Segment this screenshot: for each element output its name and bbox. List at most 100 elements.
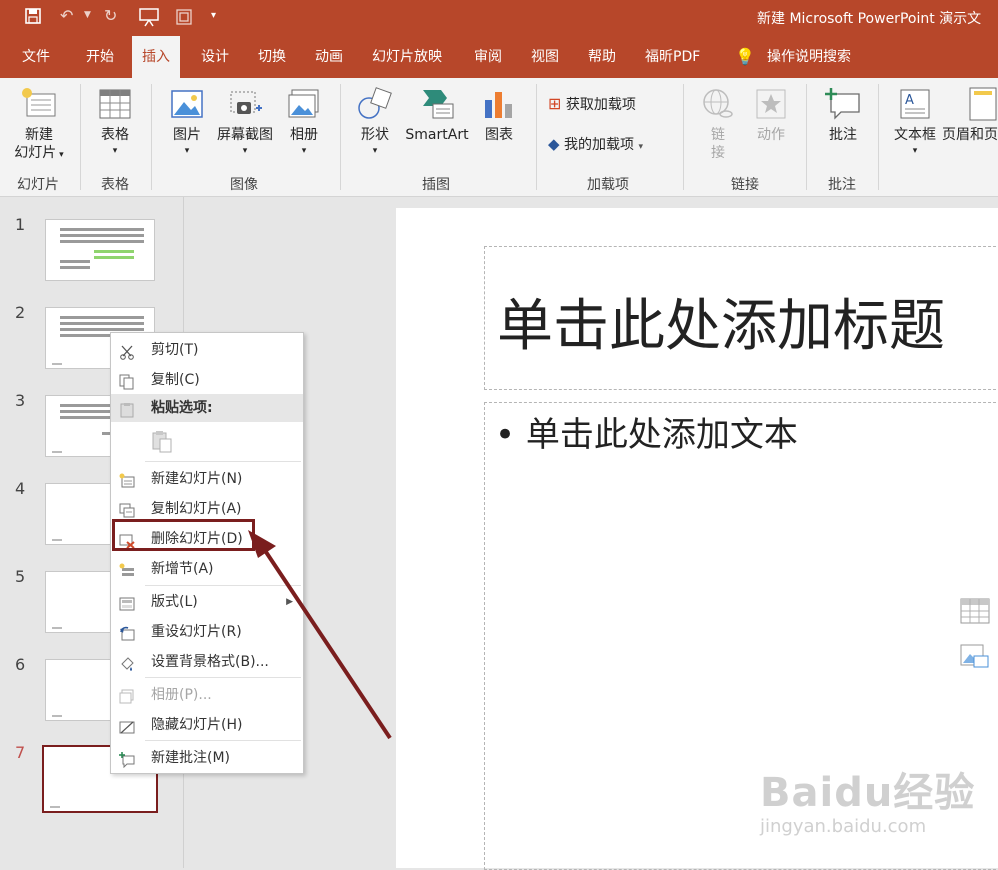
store-icon: ⊞ [548,94,562,113]
menu-item-copy-label: 复制(C) [151,372,200,388]
menu-divider [145,740,301,741]
smartart-icon [423,90,454,119]
picture-button[interactable]: 图片 ▾ [165,86,209,158]
window-title: 新建 Microsoft PowerPoint 演示文 [757,11,982,27]
thumb-text-line [60,234,144,237]
insert-picture-icon[interactable] [960,642,990,674]
ribbon: 新建 幻灯片 ▾ 幻灯片 表格 ▾ 表格 图片 ▾ 屏幕截图 ▾ 相册 ▾ 图像… [0,78,998,197]
menu-item-add-section[interactable]: 新增节(A) [111,555,303,583]
redo-icon[interactable]: ↻ [104,6,117,25]
tab-home[interactable]: 开始 [86,36,114,78]
dropdown-arrow-icon: ▾ [638,142,643,152]
menu-item-add-section-label: 新增节(A) [151,561,214,577]
screenshot-label: 屏幕截图 [217,127,273,143]
tell-me-search[interactable]: 操作说明搜索 [767,36,851,78]
ribbon-tabs: 文件 开始 插入 设计 切换 动画 幻灯片放映 审阅 视图 帮助 福昕PDF 💡… [0,36,998,78]
new-comment-icon [119,750,135,769]
link-button[interactable]: 链 接 [697,86,739,162]
layout-icon [119,594,135,611]
tab-transitions[interactable]: 切换 [258,36,286,78]
new-slide-label-1: 新建 [25,127,53,143]
menu-item-reset-slide-label: 重设幻灯片(R) [151,624,242,640]
duplicate-slide-icon [119,501,135,518]
menu-item-hide-slide-label: 隐藏幻灯片(H) [151,717,243,733]
menu-item-layout-label: 版式(L) [151,594,198,610]
undo-dropdown-icon[interactable]: ▼ [84,10,91,20]
tab-view[interactable]: 视图 [531,36,559,78]
customize-qat-icon[interactable]: ▾ [211,10,216,21]
save-icon[interactable] [24,7,42,29]
screenshot-icon [230,91,262,114]
menu-item-new-comment[interactable]: 新建批注(M) [111,744,303,772]
shapes-button[interactable]: 形状 ▾ [352,86,398,158]
chart-button[interactable]: 图表 [478,86,520,144]
menu-item-reset-slide[interactable]: 重设幻灯片(R) [111,618,303,646]
menu-item-hide-slide[interactable]: 隐藏幻灯片(H) [111,711,303,739]
format-background-icon [119,654,135,671]
textbox-icon: A [900,89,930,119]
thumb-footer [52,451,62,453]
slide-thumbnail-1[interactable] [45,219,155,281]
photo-album-icon [119,687,135,704]
presentation-icon[interactable] [138,7,160,31]
tab-animations[interactable]: 动画 [315,36,343,78]
my-addins-button[interactable]: ◆ 我的加载项 ▾ [548,134,672,154]
slide-number-1: 1 [15,215,26,234]
menu-item-photo-album-label: 相册(P)... [151,687,212,703]
table-button[interactable]: 表格 ▾ [90,86,140,158]
thumb-footer [52,627,62,629]
menu-item-new-comment-label: 新建批注(M) [151,750,231,766]
tab-review[interactable]: 审阅 [474,36,502,78]
comment-button[interactable]: 批注 [820,86,866,144]
photo-album-button[interactable]: 相册 ▾ [284,86,324,158]
slide-number-5: 5 [15,567,26,586]
new-slide-label-2-row: 幻灯片 ▾ [10,144,68,164]
ribbon-separator [536,84,537,190]
hide-slide-icon [119,717,135,734]
header-footer-button[interactable]: 页眉和页 [942,86,998,144]
link-label-1: 链 [711,127,725,143]
menu-item-new-slide[interactable]: 新建幻灯片(N) [111,465,303,493]
crop-icon[interactable] [174,7,194,31]
thumb-text-line [60,316,144,319]
tab-insert[interactable]: 插入 [132,36,180,78]
tab-foxit-pdf[interactable]: 福昕PDF [645,36,700,78]
dropdown-arrow-icon: ▾ [56,150,64,160]
ribbon-separator [151,84,152,190]
screenshot-button[interactable]: 屏幕截图 ▾ [213,86,277,158]
watermark-brand: Baidu经验 [760,770,976,816]
dropdown-arrow-icon: ▾ [242,146,248,156]
thumb-text-line [60,266,90,269]
undo-icon[interactable]: ↶ [60,6,73,25]
tab-help[interactable]: 帮助 [588,36,616,78]
table-label: 表格 [101,127,129,143]
title-placeholder[interactable]: 单击此处添加标题 [484,246,998,390]
textbox-button[interactable]: A 文本框 ▾ [888,86,942,158]
menu-item-format-background[interactable]: 设置背景格式(B)... [111,648,303,676]
paste-keep-formatting-icon[interactable] [151,430,173,458]
annotation-highlight-box [112,519,255,551]
chart-label: 图表 [485,127,513,143]
shapes-icon [358,87,392,119]
group-addins-label: 加载项 [587,177,629,193]
title-placeholder-text: 单击此处添加标题 [497,294,945,359]
new-slide-button[interactable]: 新建 幻灯片 ▾ [10,86,68,164]
tab-file[interactable]: 文件 [22,36,50,78]
watermark-url: jingyan.baidu.com [760,816,927,837]
menu-item-photo-album[interactable]: 相册(P)... [111,681,303,709]
menu-item-copy[interactable]: 复制(C) [111,366,303,394]
group-comments-label: 批注 [828,177,856,193]
thumb-text-line [60,328,144,331]
thumb-text-line [60,260,90,263]
smartart-button[interactable]: SmartArt [403,86,471,144]
menu-item-layout[interactable]: 版式(L) ▶ [111,588,303,616]
dropdown-arrow-icon: ▾ [372,146,378,156]
insert-table-icon[interactable] [960,598,990,628]
new-slide-icon [119,471,135,488]
comment-icon [825,88,860,120]
menu-item-cut[interactable]: 剪切(T) [111,336,303,364]
tab-design[interactable]: 设计 [201,36,229,78]
get-addins-button[interactable]: ⊞ 获取加载项 [548,94,658,114]
action-button[interactable]: 动作 [750,86,792,144]
tab-slideshow[interactable]: 幻灯片放映 [372,36,442,78]
